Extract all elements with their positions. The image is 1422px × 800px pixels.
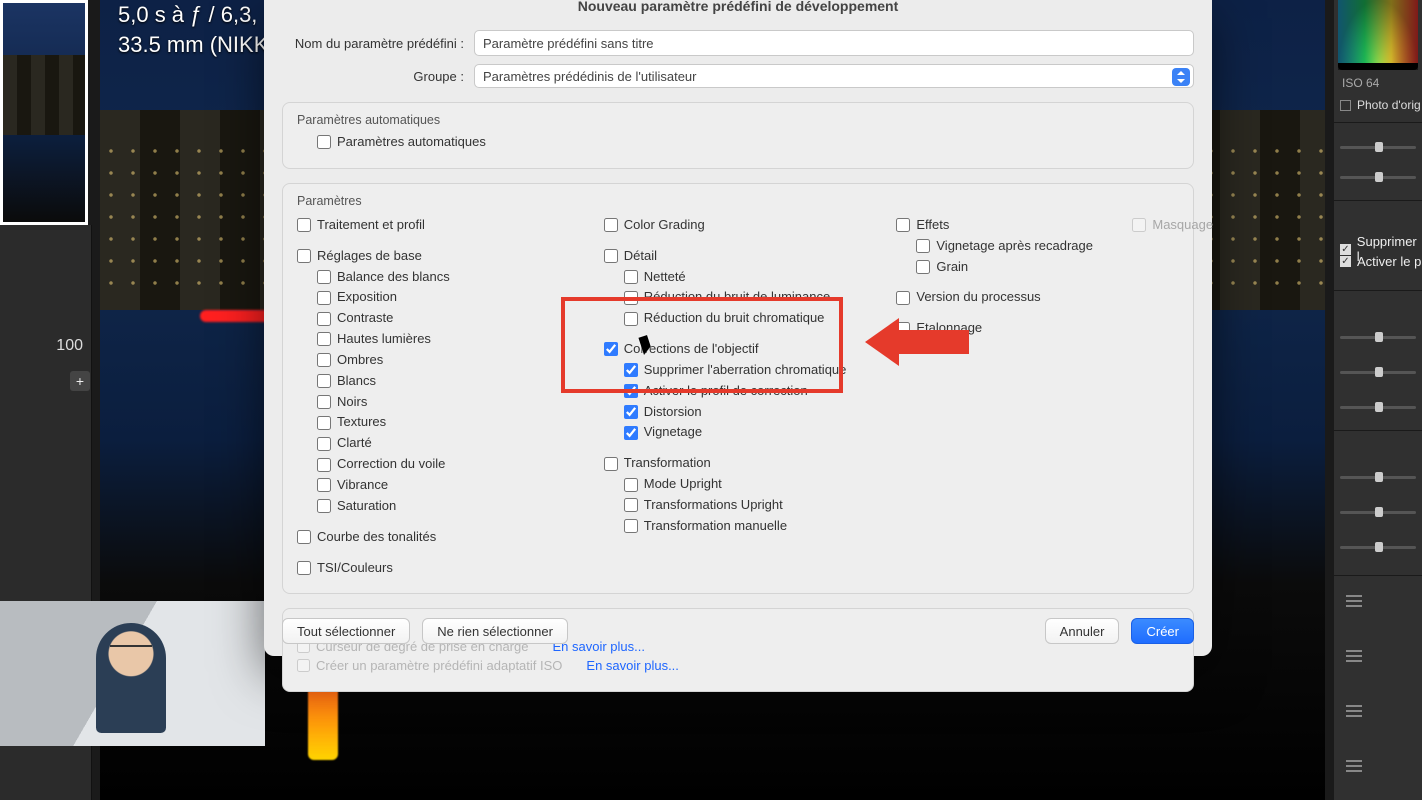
select-all-button[interactable]: Tout sélectionner <box>282 618 410 644</box>
post-crop-vignette-checkbox[interactable] <box>916 239 930 253</box>
process-version-checkbox[interactable] <box>896 291 910 305</box>
new-preset-dialog: Nouveau paramètre prédéfini de développe… <box>264 0 1212 656</box>
tone-curve-checkbox[interactable] <box>297 530 311 544</box>
shadows-checkbox[interactable] <box>317 353 331 367</box>
slider-stub[interactable] <box>1340 140 1416 154</box>
upright-transforms-checkbox[interactable] <box>624 498 638 512</box>
transformation-checkbox[interactable] <box>604 457 618 471</box>
slider-stub[interactable] <box>1340 170 1416 184</box>
annotation-arrow-icon <box>865 318 969 366</box>
textures-checkbox[interactable] <box>317 416 331 430</box>
slider-stub[interactable] <box>1340 540 1416 554</box>
menu-icon[interactable] <box>1346 765 1362 767</box>
contrast-checkbox[interactable] <box>317 312 331 326</box>
exposure-checkbox[interactable] <box>317 291 331 305</box>
dialog-footer: Tout sélectionner Ne rien sélectionner A… <box>282 618 1194 644</box>
slider-stub[interactable] <box>1340 400 1416 414</box>
noise-chroma-checkbox[interactable] <box>624 312 638 326</box>
checkbox-label: Paramètres automatiques <box>337 133 486 152</box>
iso-adaptive-checkbox <box>297 659 310 672</box>
slider-value: 100 <box>56 337 83 355</box>
highlights-checkbox[interactable] <box>317 332 331 346</box>
group-label: Groupe : <box>282 69 474 84</box>
vibrance-checkbox[interactable] <box>317 478 331 492</box>
treatment-checkbox[interactable] <box>297 218 311 232</box>
menu-icon[interactable] <box>1346 655 1362 657</box>
dialog-title: Nouveau paramètre prédéfini de développe… <box>264 0 1212 14</box>
blacks-checkbox[interactable] <box>317 395 331 409</box>
auto-params-checkbox[interactable] <box>317 135 331 149</box>
learn-more-link[interactable]: En savoir plus... <box>586 658 679 673</box>
sharpness-checkbox[interactable] <box>624 270 638 284</box>
slider-stub[interactable] <box>1340 470 1416 484</box>
dehaze-checkbox[interactable] <box>317 458 331 472</box>
section-heading: Paramètres automatiques <box>297 113 1179 127</box>
preset-name-label: Nom du paramètre prédéfini : <box>282 36 474 51</box>
enable-profile-checkbox[interactable] <box>624 384 638 398</box>
color-grading-checkbox[interactable] <box>604 218 618 232</box>
histogram <box>1338 0 1418 70</box>
detail-checkbox[interactable] <box>604 249 618 263</box>
masking-checkbox <box>1132 218 1146 232</box>
select-none-button[interactable]: Ne rien sélectionner <box>422 618 568 644</box>
upright-mode-checkbox[interactable] <box>624 478 638 492</box>
vignetting-checkbox[interactable] <box>624 426 638 440</box>
noise-lum-checkbox[interactable] <box>624 291 638 305</box>
menu-icon[interactable] <box>1346 710 1362 712</box>
slider-stub[interactable] <box>1340 505 1416 519</box>
section-heading: Paramètres <box>297 194 1179 208</box>
right-panel: ISO 64 Photo d'orig ✓Supprimer l ✓Active… <box>1334 0 1422 800</box>
original-photo-checkbox[interactable]: Photo d'orig <box>1340 98 1421 112</box>
effects-checkbox[interactable] <box>896 218 910 232</box>
menu-icon[interactable] <box>1346 600 1362 602</box>
manual-transform-checkbox[interactable] <box>624 519 638 533</box>
basic-checkbox[interactable] <box>297 249 311 263</box>
webcam-overlay <box>0 601 265 746</box>
wb-checkbox[interactable] <box>317 270 331 284</box>
tsi-checkbox[interactable] <box>297 561 311 575</box>
remove-ca-checkbox[interactable] <box>624 363 638 377</box>
cancel-button[interactable]: Annuler <box>1045 618 1120 644</box>
whites-checkbox[interactable] <box>317 374 331 388</box>
slider-stub[interactable] <box>1340 330 1416 344</box>
saturation-checkbox[interactable] <box>317 499 331 513</box>
chevron-updown-icon <box>1172 68 1190 86</box>
grain-checkbox[interactable] <box>916 260 930 274</box>
preset-name-input[interactable] <box>474 30 1194 56</box>
lens-corrections-checkbox[interactable] <box>604 342 618 356</box>
auto-params-panel: Paramètres automatiques Paramètres autom… <box>282 102 1194 169</box>
create-button[interactable]: Créer <box>1131 618 1194 644</box>
slider-stub[interactable] <box>1340 365 1416 379</box>
distortion-checkbox[interactable] <box>624 405 638 419</box>
iso-label: ISO 64 <box>1342 76 1379 90</box>
group-select[interactable]: Paramètres prédédinis de l'utilisateur <box>474 64 1194 88</box>
photo-thumbnail <box>0 0 88 225</box>
clarity-checkbox[interactable] <box>317 437 331 451</box>
settings-panel: Paramètres Traitement et profil Réglages… <box>282 183 1194 595</box>
add-icon[interactable]: + <box>70 371 90 391</box>
activate-checkbox[interactable]: ✓Activer le p <box>1340 254 1421 269</box>
